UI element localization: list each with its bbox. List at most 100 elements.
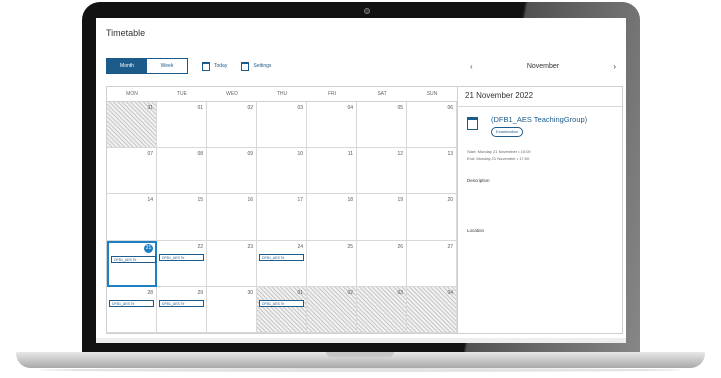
day-cell[interactable]: 01 (157, 102, 207, 149)
day-number: 08 (197, 151, 203, 158)
day-number: 18 (347, 197, 353, 204)
calendar-grid: MON TUE WED THU FRI SAT SUN 31 01 02 03 04 05… (106, 86, 458, 334)
day-cell[interactable]: 04 (407, 286, 457, 333)
weekday-header: MON TUE WED THU FRI SAT SUN (107, 87, 457, 102)
calendar-event[interactable]: DFB1_AES Te (109, 299, 154, 307)
day-cell[interactable]: 10 (257, 148, 307, 195)
day-cell[interactable]: 18 (307, 194, 357, 241)
settings-label: Settings (253, 63, 272, 69)
calendar-event[interactable]: DFB1_AES Te (159, 253, 204, 261)
description-label: Description (467, 178, 490, 183)
day-cell[interactable]: 03 (357, 286, 407, 333)
today-button[interactable]: Today (202, 61, 228, 71)
event-detail-panel: 21 November 2022 (DFB1_AES TeachingGroup… (457, 86, 623, 334)
toolbar: Month Week Today Settings (106, 58, 271, 74)
day-cell[interactable]: 06 (407, 102, 457, 149)
day-number: 12 (397, 151, 403, 158)
day-cell[interactable]: 14 (107, 194, 157, 241)
week-view-button[interactable]: Week (147, 59, 187, 73)
calendar-event[interactable]: DFB1_AES Te (259, 299, 304, 307)
month-navigation: ‹ November › (464, 58, 622, 74)
calendar-event[interactable]: DFB1_AES Te (259, 253, 304, 261)
month-view-button[interactable]: Month (107, 59, 147, 73)
day-number: 20 (447, 197, 453, 204)
day-number: 31 (147, 105, 153, 111)
day-number: 03 (397, 289, 403, 296)
event-title[interactable]: (DFB1_AES TeachingGroup) (491, 115, 587, 124)
prev-month-button[interactable]: ‹ (464, 62, 479, 71)
calendar-icon (202, 61, 210, 71)
day-cell[interactable]: 25 (307, 240, 357, 287)
day-cell[interactable]: 02 (307, 286, 357, 333)
day-cell[interactable]: 19 (357, 194, 407, 241)
day-cell[interactable]: 20 (407, 194, 457, 241)
event-end: End: Monday 21 November • 17:00 (467, 156, 530, 161)
day-cell[interactable]: 04 (307, 102, 357, 149)
day-number: 19 (397, 197, 403, 204)
day-cell[interactable]: 21 DFB1_AES Te (107, 240, 157, 287)
weekday-label: SAT (377, 91, 387, 97)
day-number: 23 (247, 243, 253, 250)
day-cell[interactable]: 15 (157, 194, 207, 241)
today-label: Today (214, 63, 228, 69)
current-month: November (526, 62, 560, 70)
day-cell[interactable]: 28 DFB1_AES Te (107, 286, 157, 333)
day-number: 22 (197, 243, 203, 250)
day-number: 04 (347, 105, 353, 111)
day-cell[interactable]: 12 (357, 148, 407, 195)
selected-date: 21 November 2022 (465, 91, 534, 100)
day-cell[interactable]: 13 (407, 148, 457, 195)
day-number: 24 (297, 243, 303, 250)
settings-button[interactable]: Settings (241, 61, 272, 71)
day-cell[interactable]: 09 (207, 148, 257, 195)
day-cell[interactable]: 31 (107, 102, 157, 149)
day-cell[interactable]: 02 (207, 102, 257, 149)
bottom-strip (96, 338, 626, 343)
day-number: 03 (297, 105, 303, 111)
day-number: 04 (447, 289, 453, 296)
day-cell[interactable]: 26 (357, 240, 407, 287)
day-number: 26 (397, 243, 403, 250)
day-number: 06 (447, 105, 453, 111)
day-cell[interactable]: 30 (207, 286, 257, 333)
day-cell[interactable]: 16 (207, 194, 257, 241)
day-number: 15 (197, 197, 203, 204)
day-cell[interactable]: 01 DFB1_AES Te (257, 286, 307, 333)
day-number: 29 (197, 289, 203, 296)
webcam-icon (364, 8, 370, 14)
event-calendar-icon (467, 117, 478, 130)
location-label: Location (467, 228, 485, 233)
day-number: 17 (297, 197, 303, 204)
page-title: Timetable (106, 28, 146, 38)
weekday-label: FRI (327, 91, 337, 97)
day-number: 01 (297, 289, 303, 296)
calendar-weeks: 31 01 02 03 04 05 06 07 08 09 10 11 12 13 14 15 16 17 18 19… (107, 102, 457, 333)
day-cell[interactable]: 27 (407, 240, 457, 287)
day-cell[interactable]: 05 (357, 102, 407, 149)
calendar-event[interactable]: DFB1_AES Te (159, 299, 204, 307)
day-number: 01 (197, 105, 203, 111)
day-number: 28 (147, 289, 153, 296)
next-month-button[interactable]: › (607, 62, 622, 71)
day-number: 07 (147, 151, 153, 158)
day-cell[interactable]: 29 DFB1_AES Te (157, 286, 207, 333)
laptop-base-notch (326, 352, 394, 357)
day-cell[interactable]: 03 (257, 102, 307, 149)
day-cell[interactable]: 11 (307, 148, 357, 195)
day-cell[interactable]: 24 DFB1_AES Te (257, 240, 307, 287)
day-number: 02 (247, 105, 253, 111)
view-toggle: Month Week (106, 58, 188, 74)
calendar-event[interactable]: DFB1_AES Te (111, 255, 156, 263)
weekday-label: MON (126, 91, 138, 97)
day-cell[interactable]: 17 (257, 194, 307, 241)
day-number: 25 (347, 243, 353, 250)
day-cell[interactable]: 08 (157, 148, 207, 195)
day-number: 16 (247, 197, 253, 204)
settings-calendar-icon (241, 61, 250, 71)
day-cell[interactable]: 22 DFB1_AES Te (157, 240, 207, 287)
day-number: 21 (144, 243, 153, 253)
day-cell[interactable]: 07 (107, 148, 157, 195)
day-number: 13 (447, 151, 453, 158)
divider (457, 106, 622, 107)
day-cell[interactable]: 23 (207, 240, 257, 287)
